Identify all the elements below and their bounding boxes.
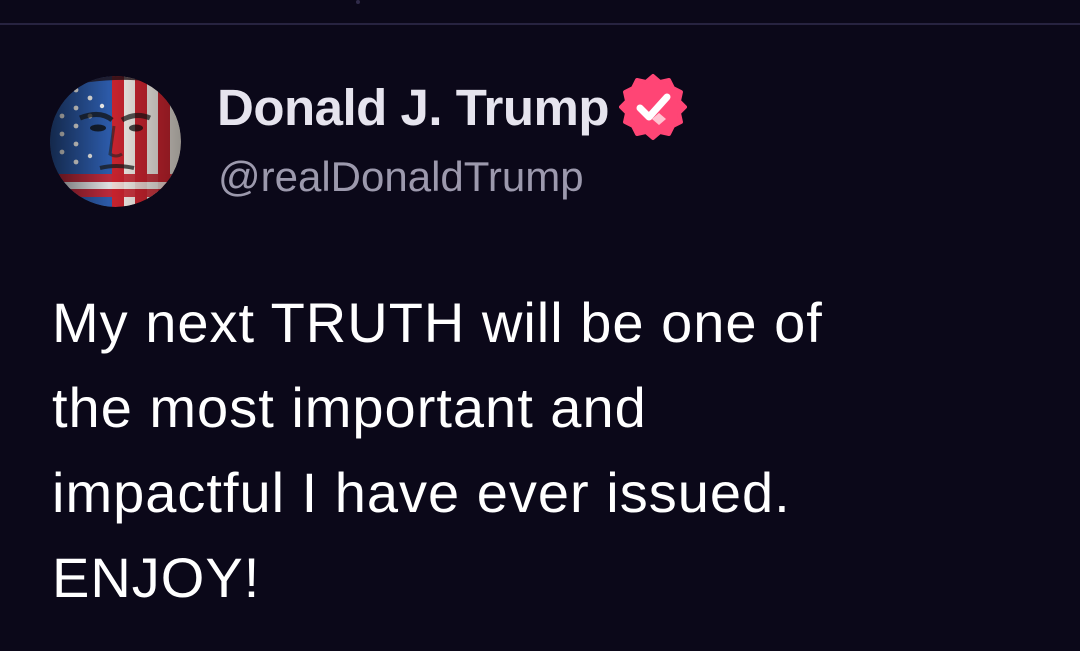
- post-text-line: My next TRUTH will be one of: [52, 291, 823, 354]
- post-text-line: ENJOY!: [52, 546, 261, 609]
- post-text: My next TRUTH will be one of the most im…: [52, 280, 1042, 620]
- author-name-row: Donald J. Trump: [217, 74, 688, 140]
- avatar[interactable]: [50, 76, 181, 207]
- top-bar-remnant: [356, 0, 360, 4]
- avatar-image: [50, 76, 181, 207]
- author-handle[interactable]: @realDonaldTrump: [218, 153, 584, 201]
- post-card[interactable]: Donald J. Trump @realDonaldTrump My next…: [0, 25, 1080, 651]
- post-text-line: the most important and: [52, 376, 647, 439]
- verified-badge-icon: [619, 73, 688, 141]
- post-text-line: impactful I have ever issued.: [52, 461, 791, 524]
- author-name[interactable]: Donald J. Trump: [217, 78, 610, 137]
